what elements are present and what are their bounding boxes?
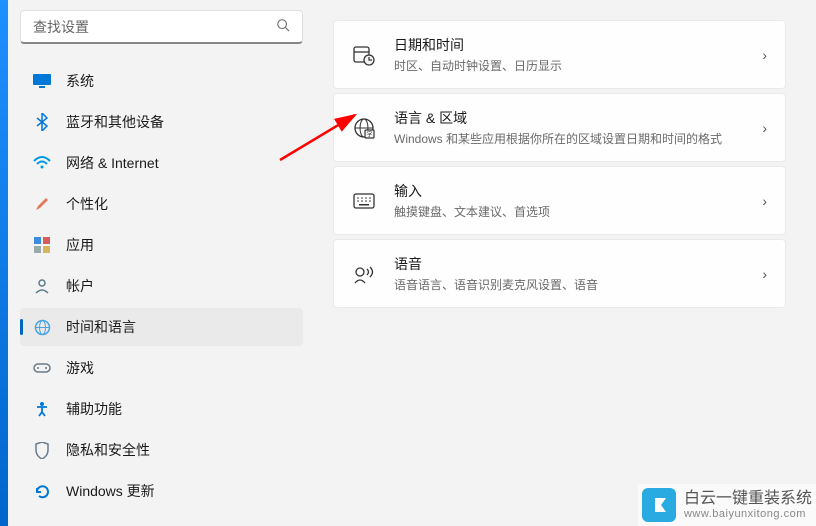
paintbrush-icon bbox=[32, 194, 52, 214]
card-desc: Windows 和某些应用根据你所在的区域设置日期和时间的格式 bbox=[394, 130, 762, 147]
card-body: 语言 & 区域 Windows 和某些应用根据你所在的区域设置日期和时间的格式 bbox=[394, 108, 762, 147]
sidebar-item-bluetooth[interactable]: 蓝牙和其他设备 bbox=[20, 103, 303, 141]
sidebar-item-time-language[interactable]: 时间和语言 bbox=[20, 308, 303, 346]
sidebar-item-label: 辅助功能 bbox=[66, 399, 122, 419]
sidebar-item-label: 帐户 bbox=[66, 276, 94, 296]
watermark-main: 白云一键重装系统 bbox=[684, 489, 812, 508]
globe-language-icon: 字 bbox=[352, 116, 376, 140]
sidebar-item-privacy[interactable]: 隐私和安全性 bbox=[20, 431, 303, 469]
chevron-right-icon: › bbox=[762, 120, 767, 136]
display-icon bbox=[32, 71, 52, 91]
card-body: 输入 触摸键盘、文本建议、首选项 bbox=[394, 181, 762, 220]
person-icon bbox=[32, 276, 52, 296]
app-container: 系统 蓝牙和其他设备 网络 & Internet 个性化 bbox=[0, 0, 816, 526]
sidebar-item-accessibility[interactable]: 辅助功能 bbox=[20, 390, 303, 428]
sidebar-item-label: 蓝牙和其他设备 bbox=[66, 112, 164, 132]
window-left-edge bbox=[0, 0, 8, 526]
sidebar: 系统 蓝牙和其他设备 网络 & Internet 个性化 bbox=[8, 0, 313, 526]
watermark: 白云一键重装系统 www.baiyunxitong.com bbox=[638, 484, 816, 526]
sidebar-item-network[interactable]: 网络 & Internet bbox=[20, 144, 303, 182]
calendar-clock-icon bbox=[352, 43, 376, 67]
sidebar-item-label: 应用 bbox=[66, 235, 94, 255]
card-desc: 语音语言、语音识别麦克风设置、语音 bbox=[394, 276, 762, 293]
watermark-logo-icon bbox=[642, 488, 676, 522]
main-content: 日期和时间 时区、自动时钟设置、日历显示 › 字 语言 & 区域 Windows… bbox=[313, 0, 816, 526]
card-body: 日期和时间 时区、自动时钟设置、日历显示 bbox=[394, 35, 762, 74]
apps-icon bbox=[32, 235, 52, 255]
wifi-icon bbox=[32, 153, 52, 173]
chevron-right-icon: › bbox=[762, 47, 767, 63]
gamepad-icon bbox=[32, 358, 52, 378]
shield-icon bbox=[32, 440, 52, 460]
card-desc: 时区、自动时钟设置、日历显示 bbox=[394, 57, 762, 74]
keyboard-icon bbox=[352, 189, 376, 213]
clock-globe-icon bbox=[32, 317, 52, 337]
chevron-right-icon: › bbox=[762, 266, 767, 282]
sidebar-item-label: 网络 & Internet bbox=[66, 153, 159, 173]
sidebar-item-label: 游戏 bbox=[66, 358, 94, 378]
speech-icon bbox=[352, 262, 376, 286]
card-title: 语言 & 区域 bbox=[394, 108, 762, 128]
search-icon bbox=[276, 18, 290, 35]
card-title: 日期和时间 bbox=[394, 35, 762, 55]
sidebar-item-label: 个性化 bbox=[66, 194, 108, 214]
watermark-sub: www.baiyunxitong.com bbox=[684, 508, 812, 521]
card-date-time[interactable]: 日期和时间 时区、自动时钟设置、日历显示 › bbox=[333, 20, 786, 89]
nav-list: 系统 蓝牙和其他设备 网络 & Internet 个性化 bbox=[20, 62, 303, 513]
card-language-region[interactable]: 字 语言 & 区域 Windows 和某些应用根据你所在的区域设置日期和时间的格… bbox=[333, 93, 786, 162]
card-speech[interactable]: 语音 语音语言、语音识别麦克风设置、语音 › bbox=[333, 239, 786, 308]
chevron-right-icon: › bbox=[762, 193, 767, 209]
search-box[interactable] bbox=[20, 10, 303, 44]
sidebar-item-accounts[interactable]: 帐户 bbox=[20, 267, 303, 305]
card-typing[interactable]: 输入 触摸键盘、文本建议、首选项 › bbox=[333, 166, 786, 235]
sidebar-item-system[interactable]: 系统 bbox=[20, 62, 303, 100]
sidebar-item-label: 隐私和安全性 bbox=[66, 440, 150, 460]
sidebar-item-personalization[interactable]: 个性化 bbox=[20, 185, 303, 223]
sidebar-item-apps[interactable]: 应用 bbox=[20, 226, 303, 264]
sidebar-item-gaming[interactable]: 游戏 bbox=[20, 349, 303, 387]
card-desc: 触摸键盘、文本建议、首选项 bbox=[394, 203, 762, 220]
card-title: 语音 bbox=[394, 254, 762, 274]
watermark-text: 白云一键重装系统 www.baiyunxitong.com bbox=[684, 489, 812, 521]
card-body: 语音 语音语言、语音识别麦克风设置、语音 bbox=[394, 254, 762, 293]
sidebar-item-label: Windows 更新 bbox=[66, 481, 155, 501]
bluetooth-icon bbox=[32, 112, 52, 132]
search-input[interactable] bbox=[33, 19, 276, 35]
accessibility-icon bbox=[32, 399, 52, 419]
sidebar-item-label: 系统 bbox=[66, 71, 94, 91]
card-title: 输入 bbox=[394, 181, 762, 201]
update-icon bbox=[32, 481, 52, 501]
svg-text:字: 字 bbox=[366, 130, 372, 138]
sidebar-item-label: 时间和语言 bbox=[66, 317, 136, 337]
sidebar-item-windows-update[interactable]: Windows 更新 bbox=[20, 472, 303, 510]
